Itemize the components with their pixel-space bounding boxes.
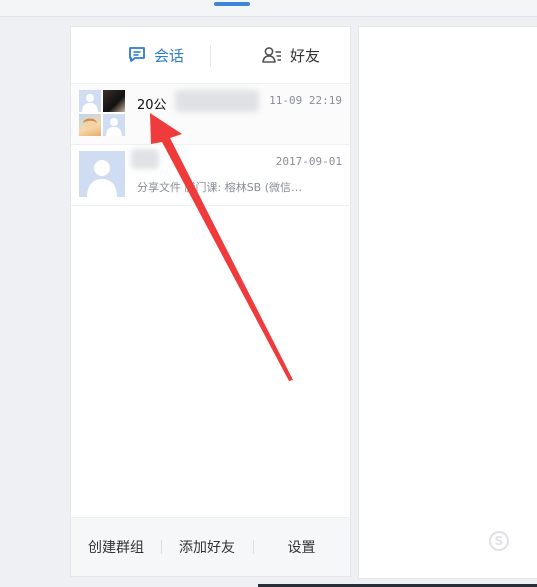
member-anime-avatar (79, 114, 101, 136)
watermark-logo: S (489, 531, 513, 551)
settings-button[interactable]: 设置 (253, 518, 350, 576)
tab-friends-label: 好友 (289, 46, 320, 65)
tab-divider (210, 45, 211, 67)
chat-preview: 分享文件 腾门课: 榕林SB (微信… (137, 181, 303, 194)
redacted-name (175, 90, 259, 112)
chat-name: 20公 (137, 98, 167, 113)
top-tab-indicator (214, 2, 250, 6)
window-top-bar (0, 0, 537, 17)
tab-conversations[interactable]: 会话 (101, 27, 211, 83)
chat-content-panel (358, 26, 537, 579)
chat-time: 2017-09-01 (275, 155, 342, 168)
create-group-button[interactable]: 创建群组 (71, 518, 161, 576)
tab-conversations-label: 会话 (153, 46, 184, 65)
default-user-avatar (79, 151, 125, 197)
chat-item-group[interactable]: 20公 11-09 22:19 (71, 84, 350, 145)
add-friend-button[interactable]: 添加好友 (161, 518, 253, 576)
group-avatar (79, 90, 125, 136)
redacted-name (131, 149, 159, 169)
panel-tabs: 会话 好友 (71, 27, 350, 84)
bottom-toolbar: 创建群组 添加好友 设置 (71, 517, 350, 576)
member-avatar (79, 90, 101, 112)
contacts-icon (262, 46, 282, 64)
chat-time: 11-09 22:19 (269, 94, 342, 107)
member-avatar (103, 114, 125, 136)
chat-bubble-icon (128, 46, 146, 64)
chat-item-user[interactable]: 2017-09-01 分享文件 腾门课: 榕林SB (微信… (71, 145, 350, 206)
conversation-panel: 会话 好友 20公 11-09 22:19 2017-09-01 分享文件 腾门… (70, 26, 351, 577)
tab-friends[interactable]: 好友 (241, 27, 341, 83)
member-photo-avatar (103, 90, 125, 112)
chat-list: 20公 11-09 22:19 2017-09-01 分享文件 腾门课: 榕林S… (71, 84, 350, 206)
watermark-s-icon: S (489, 531, 509, 551)
